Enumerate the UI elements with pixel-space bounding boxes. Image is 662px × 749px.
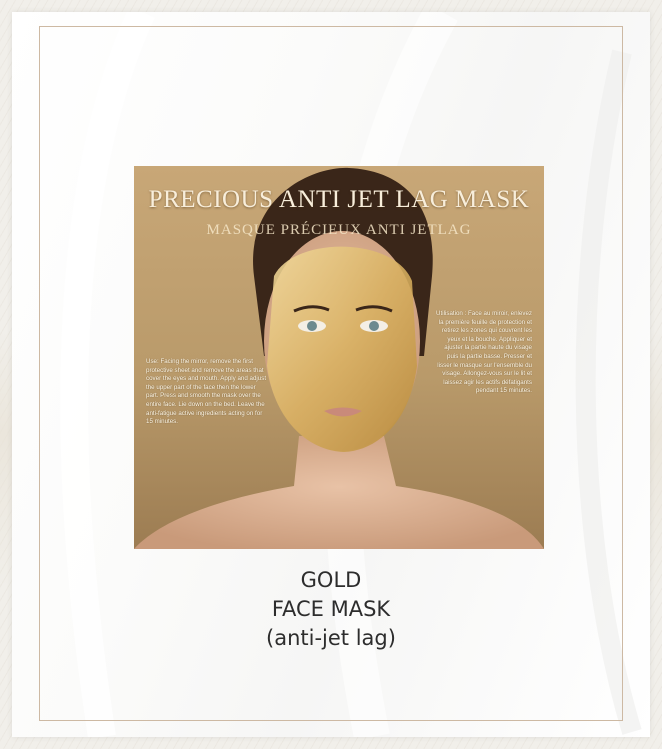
product-subtitle: MASQUE PRÉCIEUX ANTI JETLAG (206, 222, 472, 238)
product-title: PRECIOUS ANTI JET LAG MASK (148, 186, 530, 213)
product-photo: PRECIOUS ANTI JET LAG MASK MASQUE PRÉCIE… (134, 166, 544, 549)
instructions-english: Use: Facing the mirror, remove the first… (146, 358, 267, 426)
caption-line-2: FACE MASK (271, 597, 391, 621)
caption-line-1: GOLD (300, 568, 362, 592)
instructions-french: Utilisation : Face au miroir, enlevez la… (436, 310, 532, 395)
product-caption: GOLD FACE MASK (anti-jet lag) (0, 566, 662, 653)
caption-line-3: (anti-jet lag) (266, 626, 396, 650)
